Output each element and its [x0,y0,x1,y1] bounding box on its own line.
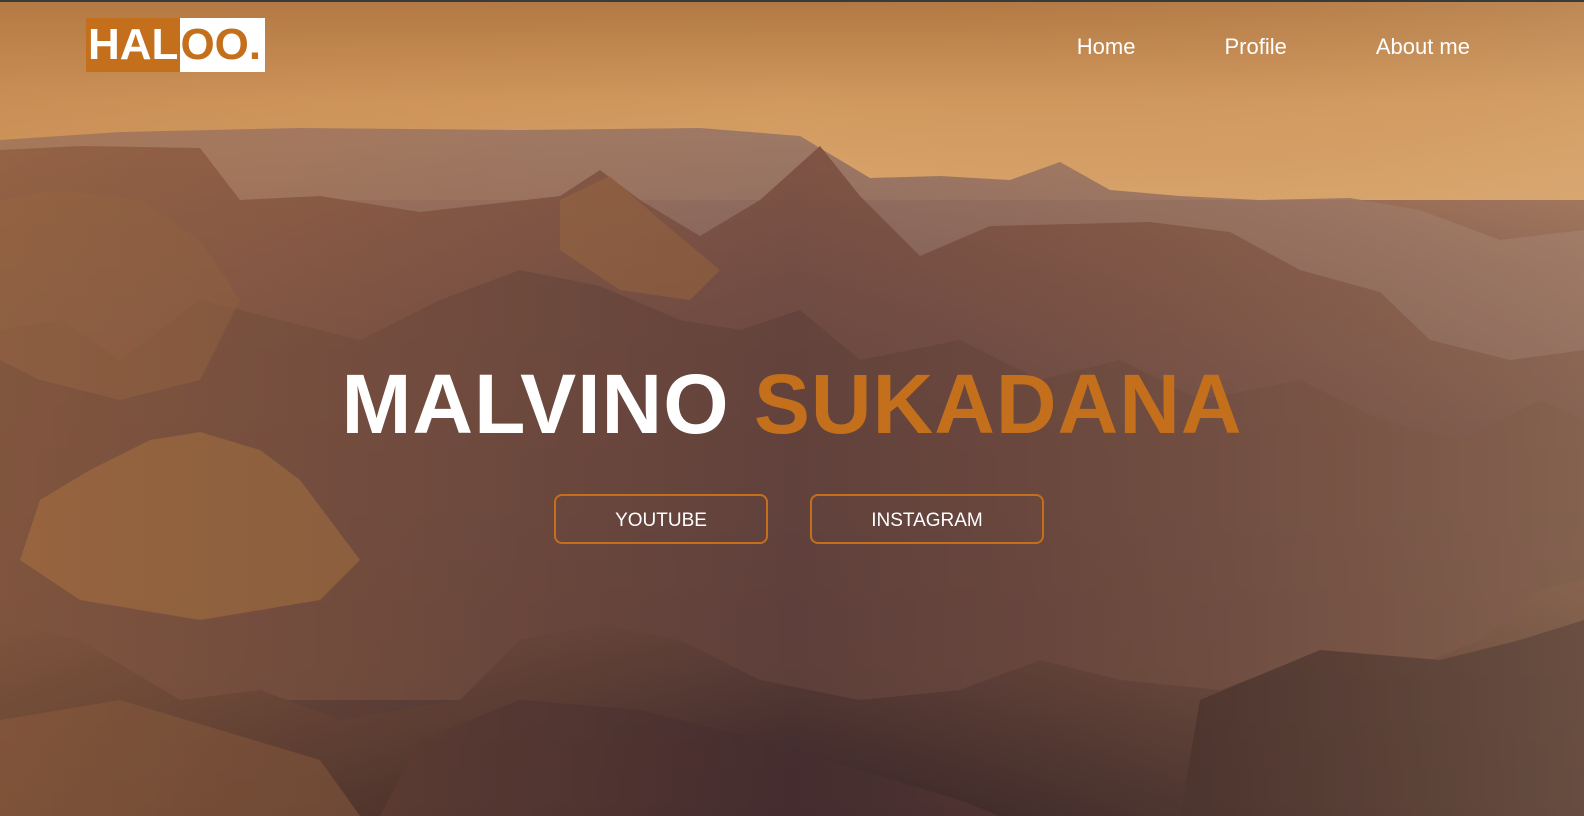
hero-section: HAL OO. Home Profile About me MALVINO SU… [0,0,1584,816]
main-navigation: Home Profile About me [988,32,1470,62]
instagram-button[interactable]: INSTAGRAM [810,494,1044,544]
logo-text-part-a: HAL [86,18,181,72]
youtube-button[interactable]: YOUTUBE [554,494,768,544]
nav-link-about[interactable]: About me [1376,32,1470,62]
site-logo[interactable]: HAL OO. [86,18,266,72]
nav-link-profile[interactable]: Profile [1224,32,1286,62]
logo-text-part-b: OO. [180,18,266,72]
top-border [0,0,1584,2]
nav-link-home[interactable]: Home [1077,32,1136,62]
hero-last-name: SUKADANA [753,357,1243,451]
hero-title: MALVINO SUKADANA [0,356,1584,452]
hero-first-name: MALVINO [341,357,730,451]
